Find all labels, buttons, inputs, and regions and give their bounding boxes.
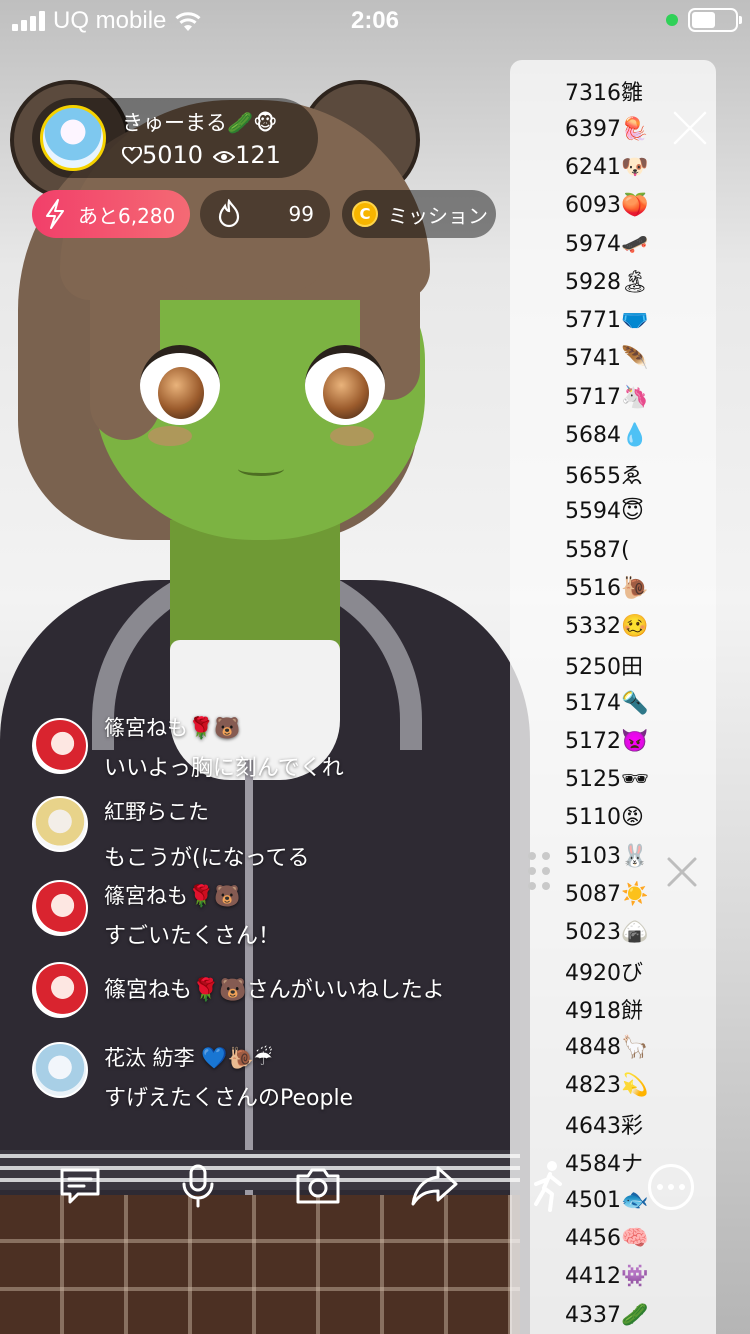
ranking-item[interactable]: 5103🐰 <box>565 837 649 875</box>
ranking-item[interactable]: 4412👾 <box>565 1258 649 1296</box>
ranking-item[interactable]: 6397🪼 <box>565 110 649 148</box>
ranking-item[interactable]: 5717🦄 <box>565 378 649 416</box>
camera-icon[interactable] <box>294 1162 342 1210</box>
streamer-profile[interactable]: きゅーまる🥒🐵 5010 121 <box>32 98 318 178</box>
ranking-item[interactable]: 4584ナ <box>565 1143 649 1181</box>
ranking-item[interactable]: 5087☀️ <box>565 875 649 913</box>
camera-in-use-indicator <box>666 14 678 26</box>
comment-item[interactable]: 花汰 紡李 💙🐌☔ すげえたくさんのPeople <box>32 1042 353 1112</box>
ranking-item[interactable]: 4501🐟 <box>565 1181 649 1219</box>
ranking-item[interactable]: 5250田 <box>565 646 649 684</box>
streamer-name: きゅーまる🥒🐵 <box>122 111 278 135</box>
ranking-item[interactable]: 5594😇 <box>565 493 649 531</box>
battery-icon <box>688 8 742 32</box>
likes-count: 5010 <box>142 141 204 169</box>
fire-count-badge[interactable]: 99 <box>200 190 330 238</box>
ranking-item[interactable]: 4823💫 <box>565 1067 649 1105</box>
ranking-item[interactable]: 5516🐌 <box>565 569 649 607</box>
avatar-bang-center <box>170 240 320 300</box>
ranking-item[interactable]: 4918餅 <box>565 990 649 1028</box>
comment-text: すごいたくさん！ <box>104 924 281 949</box>
commenter-avatar[interactable] <box>32 796 88 852</box>
fire-count: 99 <box>288 202 314 226</box>
comment-text: もこうが(になってる <box>104 846 310 871</box>
share-icon[interactable] <box>410 1162 458 1210</box>
ranking-item[interactable]: 5974🛹 <box>565 225 649 263</box>
comment-text: すげえたくさんのPeople <box>104 1086 354 1111</box>
commenter-avatar[interactable] <box>32 1042 88 1098</box>
avatar-eye-left <box>140 345 220 425</box>
avatar-eye-right <box>305 345 385 425</box>
close-icon[interactable] <box>666 856 698 888</box>
commenter-avatar[interactable] <box>32 962 88 1018</box>
like-notification-text: 篠宮ねも🌹🐻さんがいいねしたよ <box>104 978 445 1003</box>
ranking-item[interactable]: 4337🥒 <box>565 1296 649 1334</box>
flame-icon <box>218 199 240 228</box>
ranking-item[interactable]: 5172👿 <box>565 722 649 760</box>
commenter-name: 篠宮ねも🌹🐻 <box>104 716 241 740</box>
avatar-blush-right <box>330 426 374 446</box>
ranking-item[interactable]: 5023🍙 <box>565 914 649 952</box>
ranking-item[interactable]: 5684💧 <box>565 416 649 454</box>
ranking-item[interactable]: 4456🧠 <box>565 1220 649 1258</box>
commenter-name: 花汰 紡李 💙🐌☔ <box>104 1046 273 1070</box>
mission-label: ミッション <box>388 203 488 228</box>
microphone-icon[interactable] <box>174 1162 222 1210</box>
close-ranking-icon[interactable] <box>672 110 708 146</box>
comment-item[interactable]: 篠宮ねも🌹🐻 いいよっ胸に刻んでくれ <box>32 716 344 782</box>
viewers-stat: 121 <box>212 141 281 169</box>
commenter-avatar[interactable] <box>32 718 88 774</box>
eye-icon <box>212 151 236 163</box>
remaining-points-text: あと6,280 <box>78 203 176 228</box>
commenter-name: 紅野らこた <box>104 800 209 824</box>
remaining-points-badge[interactable]: あと6,280 <box>32 190 190 238</box>
comment-text: いいよっ胸に刻んでくれ <box>104 756 344 781</box>
commenter-name: 篠宮ねも🌹🐻 <box>104 884 241 908</box>
ranking-item[interactable]: 4848🦙 <box>565 1028 649 1066</box>
runner-icon[interactable] <box>530 1160 566 1212</box>
ranking-item[interactable]: 5174🔦 <box>565 684 649 722</box>
more-icon[interactable] <box>648 1164 694 1210</box>
comment-icon[interactable] <box>56 1162 104 1210</box>
lightning-icon <box>46 199 64 229</box>
ranking-item[interactable]: 7316雛 <box>565 72 649 110</box>
ranking-panel[interactable]: 7316雛 6397🪼 6241🐶 6093🍑 5974🛹 5928🏝 5771🩲 5741🪶… <box>510 60 716 1334</box>
likes-stat: 5010 <box>121 141 204 169</box>
viewers-count: 121 <box>235 141 281 169</box>
coin-icon: C <box>352 201 378 227</box>
ranking-item[interactable]: 5125🕶 <box>565 761 649 799</box>
ranking-item[interactable]: 5741🪶 <box>565 340 649 378</box>
avatar-bang-left <box>90 260 160 440</box>
ranking-list: 7316雛 6397🪼 6241🐶 6093🍑 5974🛹 5928🏝 5771🩲 5741🪶… <box>565 72 649 1334</box>
heart-icon <box>121 145 143 165</box>
comment-item[interactable]: 紅野らこた もこうが(になってる <box>32 796 309 872</box>
ranking-item[interactable]: 5587( <box>565 531 649 569</box>
ranking-item[interactable]: 5771🩲 <box>565 302 649 340</box>
ranking-item[interactable]: 6241🐶 <box>565 149 649 187</box>
mission-button[interactable]: C ミッション <box>342 190 496 238</box>
drag-handle[interactable] <box>528 852 550 892</box>
ranking-item[interactable]: 4920び <box>565 952 649 990</box>
ranking-item[interactable]: 6093🍑 <box>565 187 649 225</box>
like-notification[interactable]: 篠宮ねも🌹🐻さんがいいねしたよ <box>32 962 445 1018</box>
ranking-item[interactable]: 5110😡 <box>565 799 649 837</box>
streamer-avatar[interactable] <box>40 105 106 171</box>
comment-item[interactable]: 篠宮ねも🌹🐻 すごいたくさん！ <box>32 880 280 950</box>
ranking-item[interactable]: 5928🏝 <box>565 263 649 301</box>
ranking-item[interactable]: 5332🥴 <box>565 608 649 646</box>
avatar-blush-left <box>148 426 192 446</box>
ranking-item[interactable]: 5655ゑ <box>565 455 649 493</box>
avatar-mouth <box>238 462 284 476</box>
avatar-skirt <box>0 1195 520 1334</box>
clock: 2:06 <box>350 7 400 34</box>
ranking-item[interactable]: 4643彩 <box>565 1105 649 1143</box>
commenter-avatar[interactable] <box>32 880 88 936</box>
status-bar: UQ mobile 2:06 <box>0 0 750 40</box>
